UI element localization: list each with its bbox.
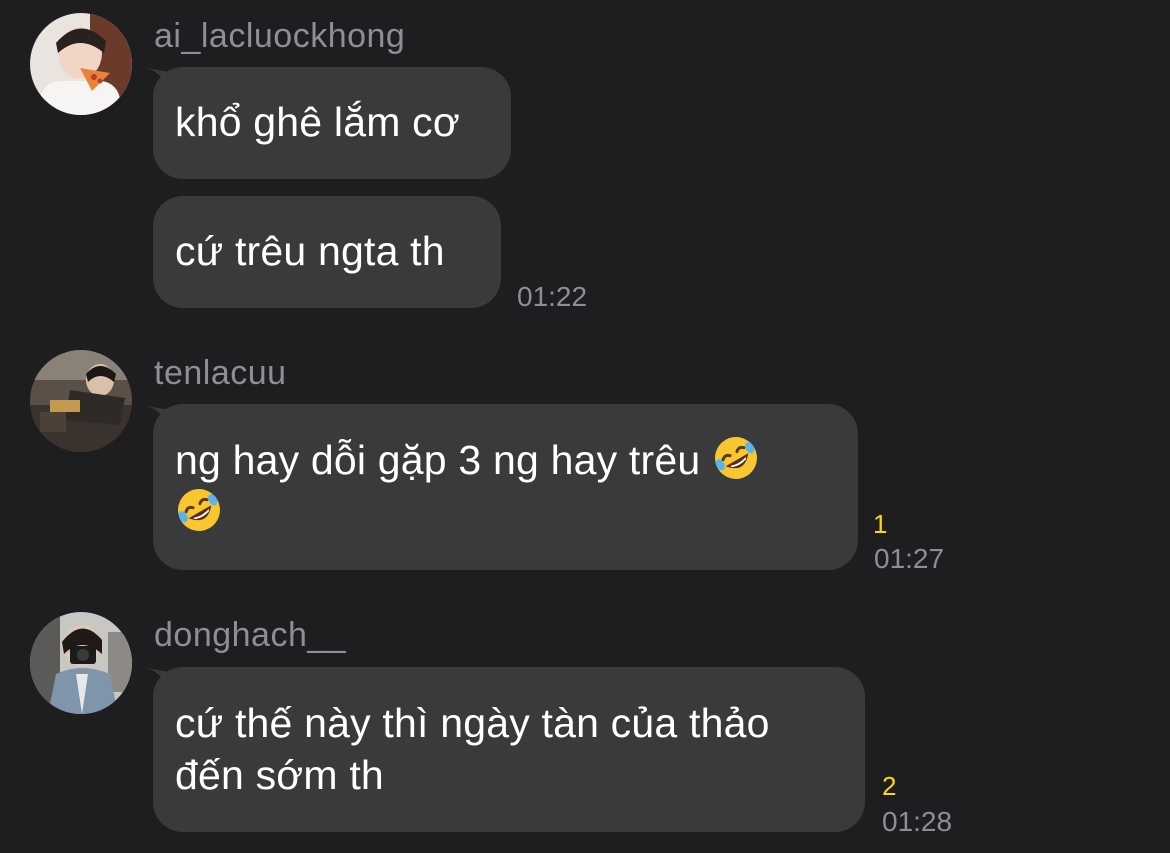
sender-name: donghach__: [154, 616, 347, 654]
sender-name: tenlacuu: [154, 354, 287, 392]
message-bubble[interactable]: cứ trêu ngta th: [153, 196, 501, 308]
message-timestamp: 01:28: [882, 806, 953, 837]
message-text: cứ thế này thì ngày tàn của thảo: [175, 700, 770, 746]
message-bubble[interactable]: khổ ghê lắm cơ: [153, 67, 511, 179]
message-timestamp: 01:27: [874, 543, 945, 574]
message-text: khổ ghê lắm cơ: [175, 99, 460, 145]
message-text: cứ trêu ngta th: [175, 228, 445, 274]
message-timestamp: 01:22: [517, 281, 588, 312]
sender-name: ai_lacluockhong: [154, 17, 406, 55]
avatar[interactable]: [30, 350, 132, 452]
rolling-on-floor-laughing-emoji: [714, 437, 757, 479]
unread-count: 1: [873, 509, 888, 539]
chat-thread: ai_lacluockhong khổ ghê lắm cơ cứ trêu n…: [0, 0, 1170, 853]
unread-count: 2: [882, 771, 897, 801]
message-text: ng hay dỗi gặp 3 ng hay trêu: [175, 437, 701, 483]
message-bubble[interactable]: cứ thế này thì ngày tàn của thảo đến sớm…: [153, 667, 865, 832]
message-text: đến sớm th: [175, 752, 384, 798]
avatar[interactable]: [30, 612, 132, 714]
rolling-on-floor-laughing-emoji: [178, 489, 220, 531]
message-bubble[interactable]: ng hay dỗi gặp 3 ng hay trêu: [153, 404, 858, 570]
avatar[interactable]: [30, 13, 132, 115]
